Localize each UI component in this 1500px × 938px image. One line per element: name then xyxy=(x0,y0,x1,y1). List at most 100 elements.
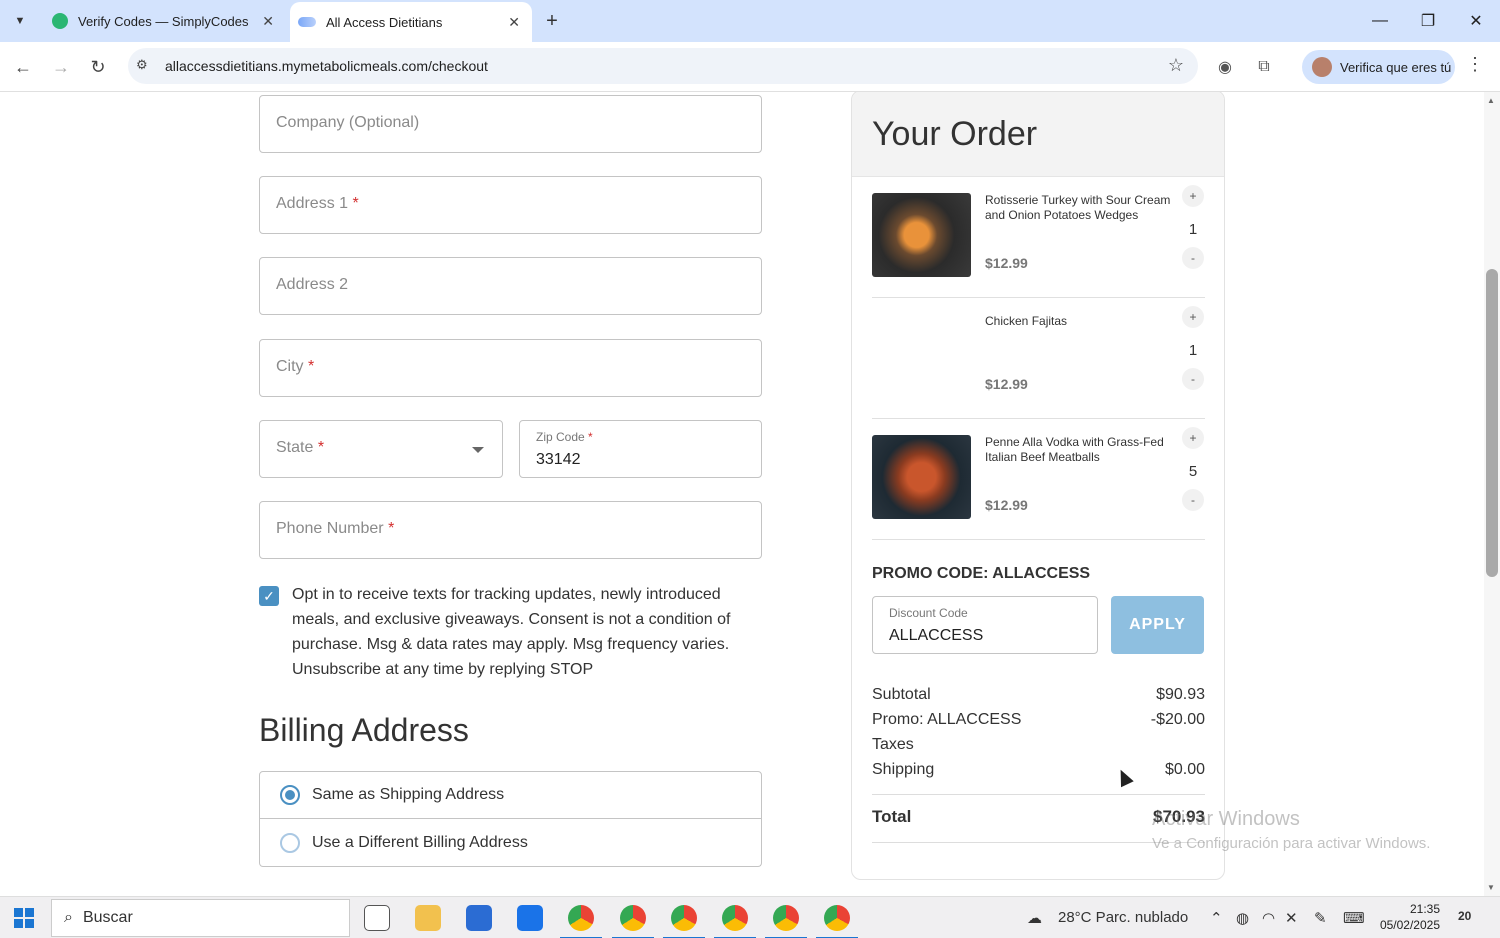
apply-button[interactable]: APPLY xyxy=(1111,596,1204,654)
weather-icon[interactable]: ☁ xyxy=(1027,909,1042,927)
browser-toolbar: ← → ↻ ⚙ allaccessdietitians.mymetabolicm… xyxy=(0,42,1500,92)
extension-icon[interactable]: ◉ xyxy=(1213,55,1237,79)
chrome-icon[interactable] xyxy=(765,905,807,938)
address-bar[interactable]: ⚙ allaccessdietitians.mymetabolicmeals.c… xyxy=(128,48,1198,84)
increase-qty-button[interactable]: + xyxy=(1182,185,1204,207)
order-header: Your Order xyxy=(852,92,1224,177)
same-as-shipping-option[interactable]: Same as Shipping Address xyxy=(259,771,762,819)
promo-label: Promo: ALLACCESS xyxy=(872,711,1022,728)
city-field[interactable]: City * xyxy=(259,339,762,397)
chrome-icon[interactable] xyxy=(714,905,756,938)
close-tab-icon[interactable]: ✕ xyxy=(262,13,274,30)
meal-image xyxy=(872,193,971,277)
address2-field[interactable]: Address 2 xyxy=(259,257,762,315)
divider xyxy=(872,794,1205,795)
subtotal-value: $90.93 xyxy=(1156,686,1205,703)
wifi-icon[interactable]: ◠ xyxy=(1262,909,1275,927)
activation-watermark-title: Activar Windows xyxy=(1152,808,1300,830)
profile-button[interactable]: Verifica que eres tú xyxy=(1302,50,1455,84)
new-tab-icon[interactable]: + xyxy=(540,9,564,33)
url-text[interactable]: allaccessdietitians.mymetabolicmeals.com… xyxy=(165,58,488,74)
radio-empty-icon[interactable] xyxy=(280,832,300,853)
puzzle-icon[interactable]: ⧉ xyxy=(1252,55,1276,79)
billing-title: Billing Address xyxy=(259,712,469,748)
scroll-up-icon[interactable]: ▲ xyxy=(1487,96,1495,105)
keyboard-icon[interactable]: ⌨ xyxy=(1343,909,1365,927)
mail-icon[interactable] xyxy=(517,905,543,931)
chrome-icon[interactable] xyxy=(816,905,858,938)
subtotal-row: Subtotal $90.93 xyxy=(872,686,1205,704)
tray-overflow-icon[interactable]: ⌃ xyxy=(1210,909,1223,927)
chrome-icon[interactable] xyxy=(663,905,705,938)
tab-strip: ▼ Verify Codes — SimplyCodes ✕ All Acces… xyxy=(0,0,1500,42)
page-viewport: Company (Optional) Address 1 * Address 2… xyxy=(0,92,1500,896)
activation-watermark-text: Ve a Configuración para activar Windows. xyxy=(1152,835,1431,852)
forward-icon[interactable]: → xyxy=(48,54,74,80)
scrollbar-thumb[interactable] xyxy=(1486,269,1498,577)
discount-label: Discount Code xyxy=(889,606,968,620)
chrome-icon[interactable] xyxy=(560,905,602,938)
optin-text: Opt in to receive texts for tracking upd… xyxy=(292,586,731,678)
reload-icon[interactable]: ↻ xyxy=(85,54,111,80)
back-icon[interactable]: ← xyxy=(10,54,36,80)
tab-title: All Access Dietitians xyxy=(326,14,443,30)
file-explorer-icon[interactable] xyxy=(415,905,441,931)
task-view-icon[interactable] xyxy=(364,905,390,931)
decrease-qty-button[interactable]: - xyxy=(1182,368,1204,390)
zip-value[interactable]: 33142 xyxy=(536,451,581,469)
radio-selected-icon[interactable] xyxy=(280,785,300,805)
tab-search-icon[interactable]: ▼ xyxy=(8,9,32,33)
order-item: Chicken Fajitas $12.99 + 1 - xyxy=(872,298,1205,419)
chevron-down-icon xyxy=(472,447,484,453)
site-info-icon[interactable]: ⚙ xyxy=(136,57,148,73)
menu-kebab-icon[interactable]: ⋮ xyxy=(1466,54,1484,75)
promo-value: -$20.00 xyxy=(1150,711,1205,728)
company-field[interactable]: Company (Optional) xyxy=(259,95,762,153)
order-item: Rotisserie Turkey with Sour Cream and On… xyxy=(872,177,1205,298)
address1-field[interactable]: Address 1 * xyxy=(259,176,762,234)
tab-simplycodes[interactable]: Verify Codes — SimplyCodes ✕ xyxy=(46,0,286,42)
discount-code-input[interactable]: Discount Code ALLACCESS xyxy=(872,596,1098,654)
volume-muted-icon[interactable]: ✕ xyxy=(1285,909,1298,927)
windows-taskbar: ⌕ Buscar ☁ 28°C Parc. nublado ⌃ ◍ ◠ ✕ ✎ … xyxy=(0,896,1500,938)
bookmark-star-icon[interactable]: ☆ xyxy=(1168,55,1184,76)
notification-count[interactable]: 20 xyxy=(1458,909,1471,923)
store-icon[interactable] xyxy=(466,905,492,931)
scroll-down-icon[interactable]: ▼ xyxy=(1487,883,1495,892)
item-qty: 5 xyxy=(1188,463,1198,480)
dietitians-favicon-icon xyxy=(298,17,316,27)
network-icon[interactable]: ◍ xyxy=(1236,909,1249,927)
phone-field[interactable]: Phone Number * xyxy=(259,501,762,559)
close-window-icon[interactable]: ✕ xyxy=(1461,6,1491,36)
item-name: Penne Alla Vodka with Grass-Fed Italian … xyxy=(985,435,1164,464)
minimize-icon[interactable]: — xyxy=(1365,6,1395,36)
avatar xyxy=(1312,57,1332,77)
taskbar-search[interactable]: ⌕ Buscar xyxy=(51,899,350,937)
zip-field[interactable]: Zip Code * 33142 xyxy=(519,420,762,478)
address2-placeholder: Address 2 xyxy=(276,276,349,293)
increase-qty-button[interactable]: + xyxy=(1182,306,1204,328)
order-title: Your Order xyxy=(872,115,1038,153)
different-billing-option[interactable]: Use a Different Billing Address xyxy=(259,819,762,867)
restore-icon[interactable]: ❐ xyxy=(1413,6,1443,36)
optin-checkbox[interactable]: ✓ xyxy=(259,586,279,606)
subtotal-label: Subtotal xyxy=(872,686,931,703)
weather-text[interactable]: 28°C Parc. nublado xyxy=(1058,909,1188,926)
tab-all-access-dietitians[interactable]: All Access Dietitians ✕ xyxy=(290,2,532,42)
discount-value[interactable]: ALLACCESS xyxy=(889,627,983,645)
windows-start-icon[interactable] xyxy=(14,908,34,928)
tab-title: Verify Codes — SimplyCodes xyxy=(78,13,249,29)
item-price: $12.99 xyxy=(985,255,1028,271)
close-tab-icon[interactable]: ✕ xyxy=(508,14,520,31)
decrease-qty-button[interactable]: - xyxy=(1182,247,1204,269)
company-placeholder: Company (Optional) xyxy=(276,114,420,131)
pen-icon[interactable]: ✎ xyxy=(1314,909,1327,927)
increase-qty-button[interactable]: + xyxy=(1182,427,1204,449)
chrome-icon[interactable] xyxy=(612,905,654,938)
decrease-qty-button[interactable]: - xyxy=(1182,489,1204,511)
clock[interactable]: 21:35 05/02/2025 xyxy=(1376,901,1440,933)
item-price: $12.99 xyxy=(985,497,1028,513)
item-qty: 1 xyxy=(1188,221,1198,238)
item-qty: 1 xyxy=(1188,342,1198,359)
state-select[interactable]: State * xyxy=(259,420,503,478)
